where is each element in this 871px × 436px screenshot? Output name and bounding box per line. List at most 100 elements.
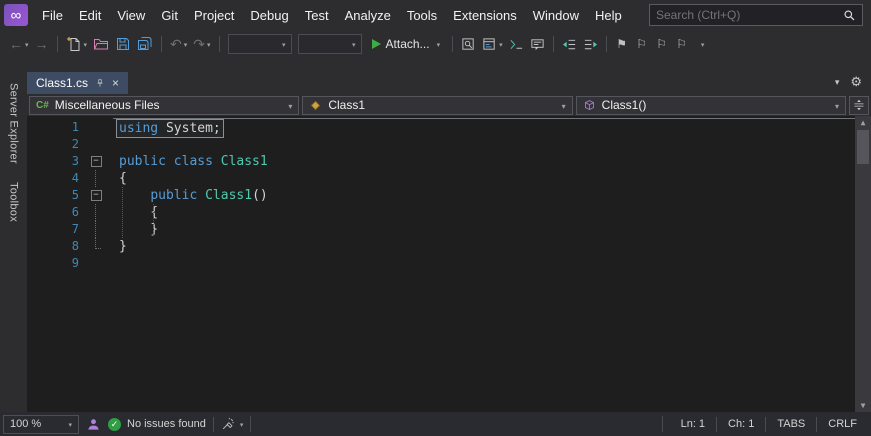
display-quick-info-button[interactable]	[527, 32, 548, 56]
code-text: {	[107, 204, 158, 221]
code-text: {	[107, 170, 127, 187]
save-button[interactable]	[112, 32, 134, 56]
bookmark-next-icon: ⚐	[656, 37, 667, 51]
tab-list-dropdown-icon[interactable]: ▾	[835, 77, 840, 88]
code-line-7[interactable]: 7 }	[27, 221, 871, 238]
zoom-value: 100 %	[10, 418, 42, 430]
menu-item-git[interactable]: Git	[153, 3, 186, 28]
save-all-button[interactable]	[134, 32, 156, 56]
menu-item-view[interactable]: View	[109, 3, 153, 28]
document-tab-bar: Class1.cs × ▾ ⚙	[27, 72, 871, 94]
sidebar-tab-toolbox[interactable]: Toolbox	[8, 173, 20, 231]
menu-item-edit[interactable]: Edit	[71, 3, 109, 28]
search-input[interactable]	[656, 8, 837, 22]
fold-collapse-button[interactable]: −	[85, 187, 107, 204]
check-circle-icon: ✓	[108, 417, 121, 431]
menu-item-window[interactable]: Window	[525, 3, 587, 28]
type-dropdown-value: Class1	[328, 98, 366, 112]
solution-platforms-combo[interactable]: ▾	[297, 34, 362, 54]
code-line-2[interactable]: 2	[27, 136, 871, 153]
navigate-forward-icon: →	[34, 36, 49, 52]
redo-button[interactable]: ↷ ▾	[190, 32, 213, 56]
code-segment: System;	[158, 121, 221, 136]
code-line-1[interactable]: 1 using System;	[27, 119, 871, 138]
code-line-9[interactable]: 9	[27, 255, 871, 272]
code-line-5[interactable]: 5− public Class1()	[27, 187, 871, 204]
increase-indent-button[interactable]	[580, 32, 601, 56]
menu-item-debug[interactable]: Debug	[242, 3, 296, 28]
undo-icon: ↶	[170, 36, 182, 52]
fold-margin	[85, 255, 107, 272]
menu-item-analyze[interactable]: Analyze	[337, 3, 399, 28]
next-bookmark-button[interactable]: ⚐	[652, 32, 672, 56]
project-dropdown[interactable]: C# Miscellaneous Files ▾	[29, 95, 300, 115]
open-file-button[interactable]	[90, 32, 112, 56]
navigate-backward-button[interactable]: ← ▾	[6, 32, 32, 56]
tab-class1-cs[interactable]: Class1.cs ×	[27, 72, 129, 94]
code-segment: public class	[119, 154, 221, 169]
scroll-down-icon[interactable]: ▼	[861, 401, 866, 410]
scrollbar-thumb[interactable]	[857, 130, 869, 164]
display-member-list-button[interactable]	[506, 32, 527, 56]
toolbar-overflow-button[interactable]: ▾	[692, 32, 712, 56]
code-line-3[interactable]: 3− public class Class1	[27, 153, 871, 170]
decrease-indent-button[interactable]	[559, 32, 580, 56]
undo-button[interactable]: ↶ ▾	[167, 32, 190, 56]
solution-explorer-button[interactable]: ▾	[479, 32, 506, 56]
pin-icon[interactable]	[95, 78, 105, 89]
menu-item-extensions[interactable]: Extensions	[445, 3, 525, 28]
menu-item-file[interactable]: File	[34, 3, 71, 28]
bookmark-previous-icon: ⚐	[636, 37, 647, 51]
member-dropdown[interactable]: Class1() ▾	[575, 95, 846, 115]
toolbar-separator	[218, 36, 220, 52]
toggle-bookmark-button[interactable]: ⚑	[612, 32, 632, 56]
code-segment: using	[119, 121, 159, 136]
type-dropdown[interactable]: Class1 ▾	[302, 95, 573, 115]
menu-item-help[interactable]: Help	[587, 3, 630, 28]
attach-button[interactable]: Attach... ▾	[365, 37, 448, 51]
menu-item-test[interactable]: Test	[297, 3, 337, 28]
code-editor[interactable]: 1 using System; 2 3− public class Class1 4{5−…	[27, 116, 871, 412]
live-share-icon[interactable]	[86, 417, 101, 432]
collapse-minus-icon[interactable]: −	[90, 190, 102, 201]
clear-bookmarks-button[interactable]: ⚐	[672, 32, 692, 56]
code-cleanup-button[interactable]: ▾	[221, 417, 243, 431]
solution-configurations-combo[interactable]: ▾	[227, 34, 292, 54]
collapse-minus-icon[interactable]: −	[90, 156, 102, 167]
split-window-button[interactable]	[848, 95, 869, 115]
previous-bookmark-button[interactable]: ⚐	[632, 32, 652, 56]
scroll-up-icon[interactable]: ▲	[861, 118, 866, 127]
menu-item-tools[interactable]: Tools	[399, 3, 445, 28]
zoom-control[interactable]: 100 % ▾	[3, 414, 79, 434]
status-line-ending[interactable]: CRLF	[817, 418, 868, 430]
sidebar-tab-server-explorer[interactable]: Server Explorer	[8, 74, 20, 173]
find-in-files-button[interactable]	[458, 32, 479, 56]
code-line-8[interactable]: 8}	[27, 238, 871, 255]
navigate-forward-button[interactable]: →	[32, 32, 52, 56]
issues-indicator[interactable]: ✓ No issues found	[108, 417, 206, 431]
status-line-number[interactable]: Ln: 1	[670, 418, 716, 430]
search-box[interactable]	[649, 4, 863, 26]
fold-collapse-button[interactable]: −	[85, 153, 107, 170]
line-number: 5	[71, 188, 79, 202]
menu-item-project[interactable]: Project	[186, 3, 242, 28]
code-cleanup-icon	[222, 417, 234, 430]
new-file-button[interactable]: ▾	[63, 32, 91, 56]
tab-bar-controls: ▾ ⚙	[835, 74, 871, 94]
visual-studio-logo-icon[interactable]: ∞	[4, 4, 28, 26]
code-line-4[interactable]: 4{	[27, 170, 871, 187]
gear-icon[interactable]: ⚙	[850, 74, 862, 90]
status-indent-mode[interactable]: TABS	[766, 418, 816, 430]
search-icon[interactable]	[843, 9, 856, 22]
code-segment: Class1	[205, 188, 253, 203]
dropdown-icon: ▾	[834, 101, 839, 111]
code-line-6[interactable]: 6 {	[27, 204, 871, 221]
code-lines: 1 using System; 2 3− public class Class1 4{5−…	[27, 119, 871, 272]
toolbar-separator	[552, 36, 554, 52]
close-icon[interactable]: ×	[112, 77, 119, 89]
redo-icon: ↷	[193, 36, 206, 52]
status-column-number[interactable]: Ch: 1	[717, 418, 765, 430]
status-bar: 100 % ▾ ✓ No issues found ▾ Ln: 1 Ch: 1	[0, 412, 871, 436]
editor-scrollbar[interactable]: ▲ ▼	[855, 116, 871, 412]
